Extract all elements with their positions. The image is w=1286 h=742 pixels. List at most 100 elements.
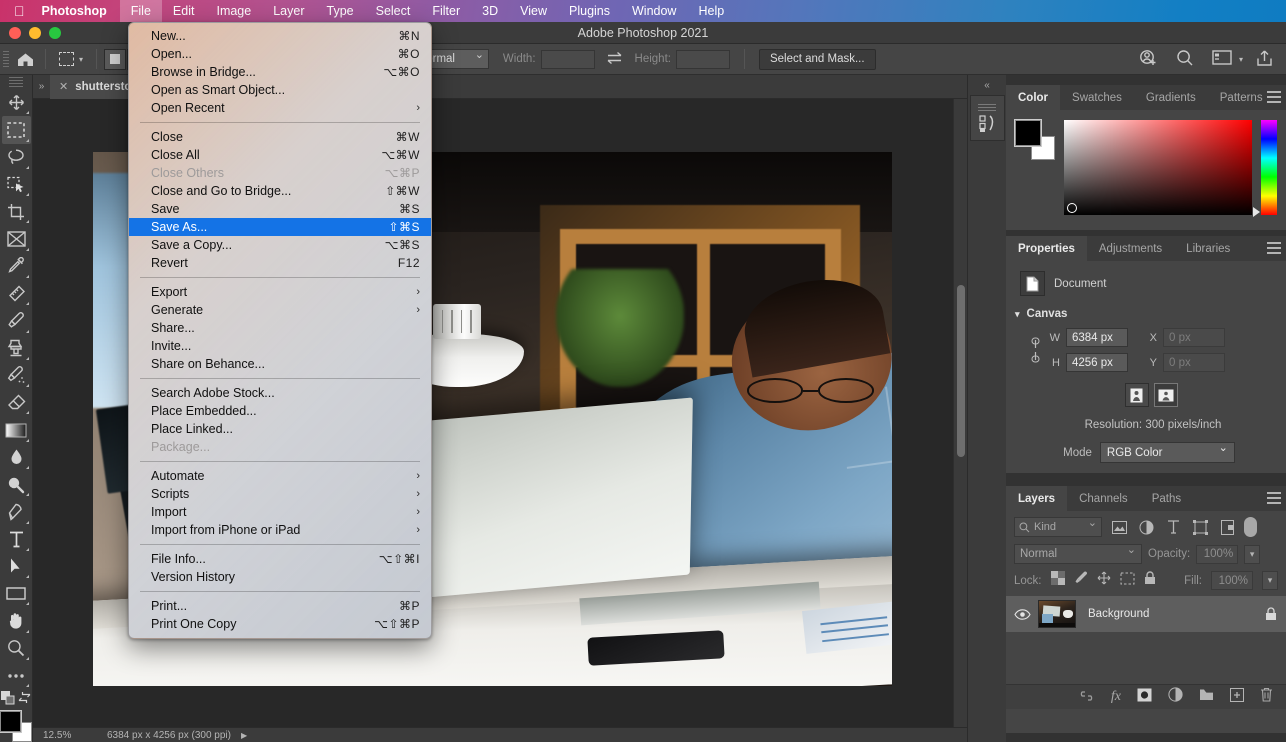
hand-tool[interactable] <box>2 607 31 634</box>
file-menu-dropdown[interactable]: New... ⌘N Open... ⌘O Browse in Bridge... ⌥⌘O O… <box>128 22 432 639</box>
menu-item-close[interactable]: Close ⌘W <box>129 128 431 146</box>
menu-item-import[interactable]: Import › <box>129 503 431 521</box>
eraser-tool[interactable] <box>2 389 31 416</box>
height-input[interactable] <box>675 49 730 69</box>
swap-arrows-icon[interactable] <box>606 51 624 68</box>
panel-menu-icon[interactable] <box>1267 242 1281 254</box>
frame-tool[interactable] <box>2 225 31 252</box>
menu-item-open-as-smart-object[interactable]: Open as Smart Object... <box>129 81 431 99</box>
canvas-height-input[interactable]: 4256 px <box>1066 353 1128 372</box>
menu-item-close-all[interactable]: Close All ⌥⌘W <box>129 146 431 164</box>
rectangle-tool[interactable] <box>2 580 31 607</box>
object-selection-tool[interactable] <box>2 171 31 198</box>
menubar-item-help[interactable]: Help <box>687 0 735 22</box>
canvas-width-input[interactable]: 6384 px <box>1066 328 1128 347</box>
edit-toolbar-tool[interactable] <box>2 662 31 689</box>
lock-all-icon[interactable] <box>1144 571 1156 590</box>
opacity-stepper[interactable]: ▾ <box>1244 544 1261 564</box>
width-input[interactable] <box>540 49 595 69</box>
tab-swatches[interactable]: Swatches <box>1060 85 1134 110</box>
panel-menu-icon[interactable] <box>1267 492 1281 504</box>
menubar-item-type[interactable]: Type <box>316 0 365 22</box>
rectangular-marquee-tool[interactable] <box>1 116 31 144</box>
menubar-item-file[interactable]: File <box>119 0 162 22</box>
new-layer-icon[interactable] <box>1230 687 1244 707</box>
color-mode-select[interactable]: RGB Color <box>1099 441 1235 463</box>
close-icon[interactable]: ✕ <box>59 80 68 93</box>
menu-item-export[interactable]: Export › <box>129 283 431 301</box>
new-selection-button[interactable] <box>104 48 127 70</box>
new-group-icon[interactable] <box>1199 688 1214 706</box>
layer-filter-kind-select[interactable]: Kind <box>1014 516 1102 537</box>
menu-item-automate[interactable]: Automate › <box>129 467 431 485</box>
menu-item-save-a-copy[interactable]: Save a Copy... ⌥⌘S <box>129 236 431 254</box>
tab-color[interactable]: Color <box>1006 85 1061 110</box>
menu-item-revert[interactable]: Revert F12 <box>129 254 431 272</box>
history-brush-tool[interactable] <box>2 362 31 389</box>
tab-libraries[interactable]: Libraries <box>1174 236 1242 261</box>
menu-item-search-adobe-stock[interactable]: Search Adobe Stock... <box>129 384 431 402</box>
healing-brush-tool[interactable] <box>2 280 31 307</box>
delete-layer-icon[interactable] <box>1260 687 1273 707</box>
lock-icon[interactable] <box>1256 607 1286 621</box>
menu-item-open-recent[interactable]: Open Recent › <box>129 99 431 117</box>
menubar-item-filter[interactable]: Filter <box>421 0 471 22</box>
menu-item-share[interactable]: Share... <box>129 319 431 337</box>
layer-row-background[interactable]: Background <box>1006 596 1286 632</box>
dodge-tool[interactable] <box>2 471 31 498</box>
collapse-panels-icon[interactable]: « <box>968 75 1006 95</box>
menu-item-close-and-go-to-bridge[interactable]: Close and Go to Bridge... ⇧⌘W <box>129 182 431 200</box>
menu-item-invite[interactable]: Invite... <box>129 337 431 355</box>
zoom-tool[interactable] <box>2 635 31 662</box>
menubar-item-plugins[interactable]: Plugins <box>558 0 621 22</box>
foreground-color-swatch[interactable] <box>0 709 22 733</box>
select-and-mask-button[interactable]: Select and Mask... <box>758 48 876 70</box>
filter-toggle-icon[interactable] <box>1244 517 1257 537</box>
default-colors-icon[interactable] <box>1 691 15 710</box>
hue-slider[interactable] <box>1253 120 1277 217</box>
tab-patterns[interactable]: Patterns <box>1208 85 1275 110</box>
collapse-panel-icon[interactable]: » <box>33 81 50 92</box>
menubar-item-layer[interactable]: Layer <box>262 0 315 22</box>
portrait-orientation-icon[interactable] <box>1124 383 1149 407</box>
toolbar-grip[interactable] <box>9 77 23 87</box>
zoom-level[interactable]: 12.5% <box>33 730 89 741</box>
workspace-icon[interactable] <box>1203 50 1237 68</box>
menu-item-browse-in-bridge[interactable]: Browse in Bridge... ⌥⌘O <box>129 63 431 81</box>
blend-mode-select[interactable]: Normal <box>1014 543 1142 564</box>
search-icon[interactable] <box>1167 49 1203 70</box>
lock-transparent-pixels-icon[interactable] <box>1050 571 1065 590</box>
menubar-app-name[interactable]: Photoshop <box>38 0 120 22</box>
chevron-right-icon[interactable]: ▶ <box>231 731 247 740</box>
type-tool[interactable] <box>2 526 31 553</box>
clone-stamp-tool[interactable] <box>2 335 31 362</box>
history-actions-panel-button[interactable] <box>969 95 1005 141</box>
canvas-y-input[interactable]: 0 px <box>1163 353 1225 372</box>
home-icon[interactable] <box>12 52 38 67</box>
lock-artboard-icon[interactable] <box>1120 572 1135 590</box>
menu-item-new[interactable]: New... ⌘N <box>129 27 431 45</box>
lock-position-icon[interactable] <box>1097 571 1111 590</box>
tab-adjustments[interactable]: Adjustments <box>1087 236 1174 261</box>
pixel-filter-icon[interactable] <box>1109 518 1129 537</box>
swap-colors-icon[interactable] <box>18 691 31 709</box>
menubar-item-image[interactable]: Image <box>205 0 262 22</box>
apple-logo-icon[interactable]:  <box>0 4 38 18</box>
tool-preset-picker[interactable]: ▾ <box>53 52 89 66</box>
menu-item-generate[interactable]: Generate › <box>129 301 431 319</box>
tab-layers[interactable]: Layers <box>1006 486 1068 511</box>
link-chain-icon[interactable] <box>1024 337 1046 363</box>
lock-image-pixels-icon[interactable] <box>1074 571 1088 590</box>
menubar-item-3d[interactable]: 3D <box>471 0 509 22</box>
menu-item-import-from-iphone-or-ipad[interactable]: Import from iPhone or iPad › <box>129 521 431 539</box>
menu-item-place-linked[interactable]: Place Linked... <box>129 420 431 438</box>
type-filter-icon[interactable] <box>1163 518 1183 537</box>
canvas-x-input[interactable]: 0 px <box>1163 328 1225 347</box>
eye-icon[interactable] <box>1006 608 1038 620</box>
adjustment-filter-icon[interactable] <box>1136 518 1156 537</box>
menu-item-file-info[interactable]: File Info... ⌥⇧⌘I <box>129 550 431 568</box>
menu-item-open[interactable]: Open... ⌘O <box>129 45 431 63</box>
layer-list-empty-area[interactable] <box>1006 632 1286 684</box>
options-bar-grip[interactable] <box>0 48 12 70</box>
color-field-picker[interactable] <box>1067 203 1077 213</box>
